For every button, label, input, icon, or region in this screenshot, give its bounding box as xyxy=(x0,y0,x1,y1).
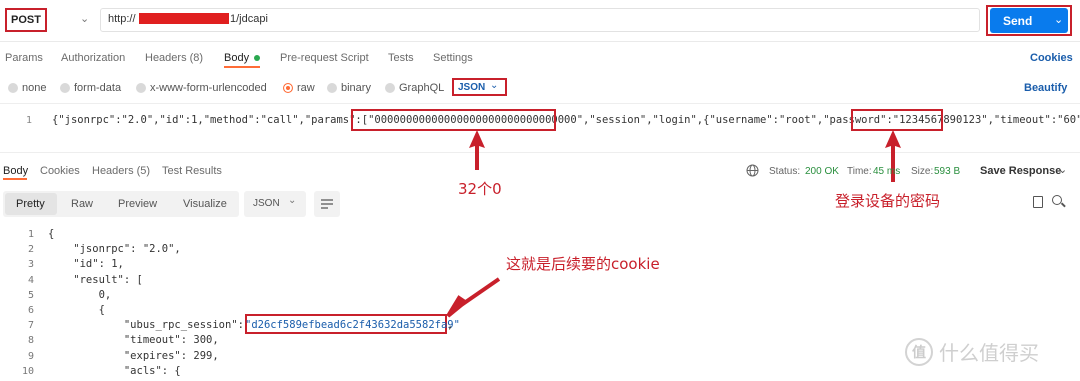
response-line: { xyxy=(48,228,55,240)
response-line: "timeout": 300, xyxy=(48,334,219,346)
response-line-number: 10 xyxy=(21,366,34,377)
scrollbar[interactable] xyxy=(1067,225,1075,375)
response-line: "expires": 299, xyxy=(48,350,219,362)
code-segment: {"jsonrpc":"2.0","id":1,"method":"call",… xyxy=(52,114,369,126)
send-label[interactable]: Send xyxy=(1003,14,1032,28)
radio-raw[interactable] xyxy=(283,83,293,93)
view-pretty-label[interactable]: Pretty xyxy=(16,198,45,210)
tab-tests[interactable]: Tests xyxy=(388,52,414,64)
resp-tab-test-results[interactable]: Test Results xyxy=(162,165,222,177)
tab-settings[interactable]: Settings xyxy=(433,52,473,64)
globe-icon[interactable] xyxy=(746,164,759,177)
copy-icon[interactable] xyxy=(1033,196,1043,208)
active-tab-underline xyxy=(3,178,27,180)
line-number: 1 xyxy=(26,115,33,126)
response-format-label[interactable]: JSON xyxy=(253,198,280,209)
response-line: 0, xyxy=(48,289,112,301)
response-line-number: 4 xyxy=(27,275,34,286)
save-response-button[interactable]: Save Response xyxy=(980,165,1061,177)
arrow-down-left-icon xyxy=(446,277,501,318)
response-line-number: 3 xyxy=(27,259,34,270)
watermark-logo: 值 xyxy=(905,337,933,366)
size-value[interactable]: 593 B xyxy=(934,166,960,177)
chevron-down-icon[interactable]: ⌄ xyxy=(1058,163,1067,176)
annotation-password: 登录设备的密码 xyxy=(835,192,941,210)
annotation-cookie: 这就是后续要的cookie xyxy=(506,255,660,273)
radio-binary[interactable] xyxy=(327,83,337,93)
url-redaction xyxy=(139,13,229,24)
tab-headers[interactable]: Headers (8) xyxy=(145,52,203,64)
view-raw-label[interactable]: Raw xyxy=(71,198,93,210)
radio-label-binary[interactable]: binary xyxy=(341,82,371,94)
radio-label-form-data[interactable]: form-data xyxy=(74,82,121,94)
beautify-link[interactable]: Beautify xyxy=(1024,82,1067,94)
response-line-number: 2 xyxy=(27,244,34,255)
tab-body[interactable]: Body xyxy=(224,52,249,64)
radio-label-urlencoded[interactable]: x-www-form-urlencoded xyxy=(150,82,267,94)
active-tab-underline xyxy=(224,66,260,68)
arrow-up-icon xyxy=(469,130,485,170)
time-label: Time: xyxy=(847,166,872,177)
view-preview-label[interactable]: Preview xyxy=(118,198,157,210)
radio-graphql[interactable] xyxy=(385,83,395,93)
radio-urlencoded[interactable] xyxy=(136,83,146,93)
tab-params[interactable]: Params xyxy=(5,52,43,64)
radio-label-none[interactable]: none xyxy=(22,82,46,94)
status-label: Status: xyxy=(769,166,801,177)
response-line: { xyxy=(48,304,105,316)
radio-none[interactable] xyxy=(8,83,18,93)
watermark: 值 什么值得买 xyxy=(905,337,1039,366)
session-comma: , xyxy=(447,319,454,331)
response-line: "acls": { xyxy=(48,365,181,377)
status-value[interactable]: 200 OK xyxy=(805,166,839,177)
response-line-number: 7 xyxy=(27,320,34,331)
cookies-link[interactable]: Cookies xyxy=(1030,52,1073,64)
format-select[interactable]: JSON xyxy=(458,82,485,93)
chevron-down-icon[interactable]: ⌄ xyxy=(490,80,498,91)
response-line: "result": [ xyxy=(48,274,143,286)
response-line: "jsonrpc": "2.0", xyxy=(48,243,181,255)
tab-authorization[interactable]: Authorization xyxy=(61,52,125,64)
chevron-down-icon[interactable]: ⌄ xyxy=(80,12,89,25)
watermark-text: 什么值得买 xyxy=(939,341,1039,365)
radio-label-graphql[interactable]: GraphQL xyxy=(399,82,444,94)
method-select[interactable]: POST xyxy=(5,8,47,32)
resp-tab-body[interactable]: Body xyxy=(3,165,28,177)
resp-tab-headers[interactable]: Headers (5) xyxy=(92,165,150,177)
chevron-down-icon[interactable]: ⌄ xyxy=(1054,13,1063,26)
radio-form-data[interactable] xyxy=(60,83,70,93)
view-visualize-label[interactable]: Visualize xyxy=(183,198,227,210)
response-line-number: 1 xyxy=(27,229,34,240)
response-line-number: 8 xyxy=(27,335,34,346)
annotation-zeros: 32个0 xyxy=(458,180,502,198)
search-icon[interactable] xyxy=(1052,195,1062,205)
resp-tab-cookies[interactable]: Cookies xyxy=(40,165,80,177)
time-value[interactable]: 45 ms xyxy=(873,166,900,177)
url-suffix: 1/jdcapi xyxy=(230,13,268,25)
response-line-number: 6 xyxy=(27,305,34,316)
size-label: Size: xyxy=(911,166,934,177)
zeros-highlight xyxy=(351,109,556,131)
tab-prerequest-script[interactable]: Pre-request Script xyxy=(280,52,369,64)
code-segment: ,"timeout":"60"}]} xyxy=(987,114,1080,126)
radio-label-raw[interactable]: raw xyxy=(297,82,315,94)
code-segment: ,"session","login",{"username":"root","p… xyxy=(583,114,893,126)
chevron-down-icon[interactable]: ⌄ xyxy=(288,195,296,206)
session-value[interactable]: "d26cf589efbead6c2f43632da5582fa9" xyxy=(245,319,460,331)
body-indicator-dot xyxy=(254,55,260,61)
response-line: "id": 1, xyxy=(48,258,124,270)
url-prefix: http:// xyxy=(108,13,136,25)
response-line: "ubus_rpc_session": xyxy=(48,319,251,331)
response-line-number: 5 xyxy=(27,290,34,301)
wrap-lines-icon[interactable] xyxy=(320,198,334,210)
response-line-number: 9 xyxy=(27,351,34,362)
